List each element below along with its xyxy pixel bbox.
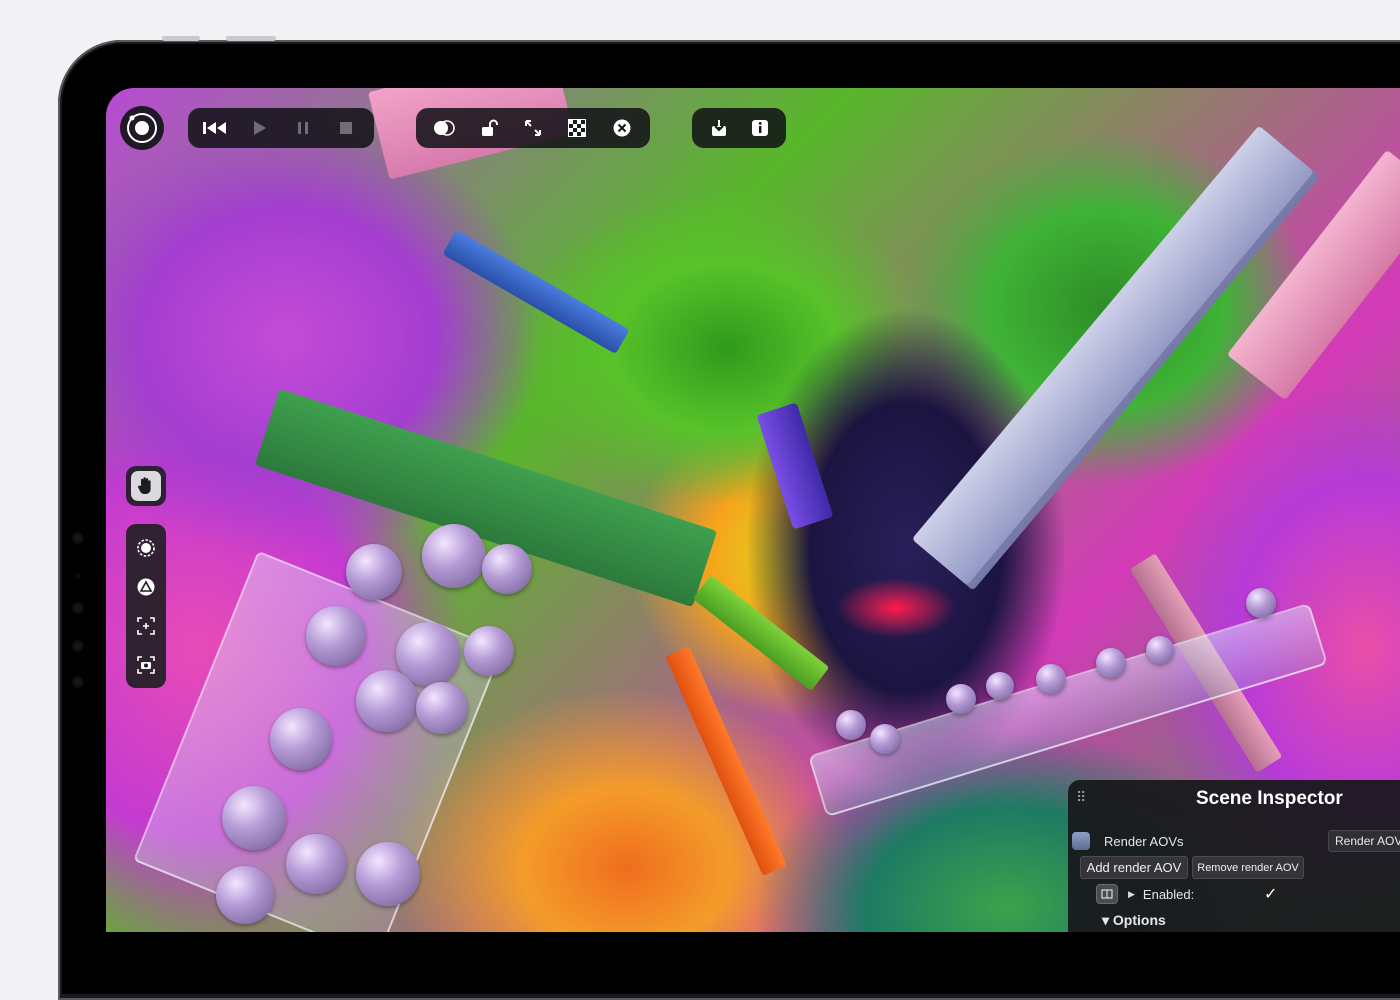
scene-sphere <box>870 724 900 754</box>
bezel-sensor <box>72 532 84 544</box>
bezel-sensor <box>75 573 81 579</box>
focus-target-icon <box>137 538 155 557</box>
hand-tool-button[interactable] <box>126 466 166 506</box>
scene-sphere <box>356 842 420 906</box>
enabled-label: Enabled: <box>1142 886 1195 902</box>
output-toolbar <box>692 108 786 148</box>
close-button[interactable] <box>604 110 640 146</box>
hand-icon <box>137 477 151 494</box>
scene-inspector-panel: ⠿ Scene Inspector Render AOVs Render AOV… <box>1068 780 1400 932</box>
scene-sphere <box>356 670 418 732</box>
add-render-aov-button[interactable]: Add render AOV <box>1080 856 1188 879</box>
bezel-sensor <box>72 676 84 688</box>
stop-button[interactable] <box>328 110 364 146</box>
volume-button <box>162 36 200 41</box>
close-circle-icon <box>613 119 631 137</box>
info-icon <box>751 120 768 136</box>
play-button[interactable] <box>241 110 277 146</box>
compare-button[interactable] <box>426 110 462 146</box>
scene-sphere <box>464 626 514 676</box>
orbit-record-icon <box>127 113 157 143</box>
aov-layer-icon <box>1101 889 1113 899</box>
lock-button[interactable] <box>471 110 507 146</box>
focus-tool-button[interactable] <box>130 532 162 564</box>
options-disclosure[interactable]: ▾ Options <box>1102 912 1166 929</box>
scene-sphere <box>416 682 468 734</box>
checkerboard-button[interactable] <box>559 110 595 146</box>
camera-icon <box>137 655 155 674</box>
info-button[interactable] <box>742 110 778 146</box>
scene-beam <box>442 229 630 355</box>
expand-button[interactable] <box>515 110 551 146</box>
checkerboard-icon <box>568 119 587 137</box>
scene-sphere <box>270 708 332 770</box>
render-viewport[interactable]: ⠿ Scene Inspector Render AOVs Render AOV… <box>106 88 1400 932</box>
triangle-circle-icon <box>137 578 155 595</box>
aov-item-icon[interactable] <box>1096 884 1118 904</box>
scene-sphere <box>1146 636 1174 664</box>
play-icon <box>254 121 267 135</box>
enabled-checkbox[interactable]: ✓ <box>1264 884 1277 904</box>
snapshot-tool-button[interactable] <box>130 649 162 681</box>
drag-handle-icon[interactable]: ⠿ <box>1076 790 1086 804</box>
skip-back-icon <box>202 122 226 134</box>
scene-beam <box>692 575 830 691</box>
scene-sphere <box>422 524 486 588</box>
scene-sphere <box>216 866 274 924</box>
view-toolbar <box>416 108 650 148</box>
scene-sphere <box>346 544 402 600</box>
remove-render-aov-button[interactable]: Remove render AOV <box>1192 856 1304 879</box>
skip-to-start-button[interactable] <box>198 110 234 146</box>
render-aovs-toggle-icon[interactable] <box>1072 832 1090 850</box>
inspector-title: Scene Inspector <box>1196 788 1343 809</box>
playback-toolbar <box>188 108 374 148</box>
expand-triangle-icon[interactable]: ▶ <box>1128 889 1135 900</box>
scene-sphere <box>986 672 1014 700</box>
stop-icon <box>340 122 353 134</box>
pause-button[interactable] <box>285 110 321 146</box>
scene-sphere <box>222 786 286 850</box>
render-aov-tab[interactable]: Render AOV <box>1328 830 1400 852</box>
scene-sphere <box>946 684 976 714</box>
frame-tool-button[interactable] <box>130 610 162 642</box>
expand-icon <box>524 120 541 136</box>
scene-sphere <box>836 710 866 740</box>
object-tool-button[interactable] <box>130 571 162 603</box>
download-icon <box>711 120 726 136</box>
pause-icon <box>297 122 308 134</box>
enabled-row: ▶ Enabled: <box>1096 883 1194 905</box>
scene-sphere <box>1036 664 1066 694</box>
render-aovs-row: Render AOVs <box>1072 830 1184 852</box>
volume-button <box>226 36 276 41</box>
scene-sphere <box>286 834 346 894</box>
save-button[interactable] <box>701 110 737 146</box>
scene-beam <box>756 402 834 530</box>
tool-palette <box>126 524 166 688</box>
overlap-circles-icon <box>434 120 455 136</box>
scene-beam <box>665 646 787 876</box>
scene-sphere <box>1096 648 1126 678</box>
app-logo[interactable] <box>120 106 164 150</box>
render-aovs-label: Render AOVs <box>1104 833 1184 849</box>
scene-sphere <box>482 544 532 594</box>
frame-select-icon <box>137 616 155 635</box>
bezel-sensor <box>72 640 84 652</box>
front-camera <box>72 602 84 614</box>
scene-sphere <box>306 606 366 666</box>
scene-sphere <box>1246 588 1276 618</box>
unlock-icon <box>481 119 498 136</box>
